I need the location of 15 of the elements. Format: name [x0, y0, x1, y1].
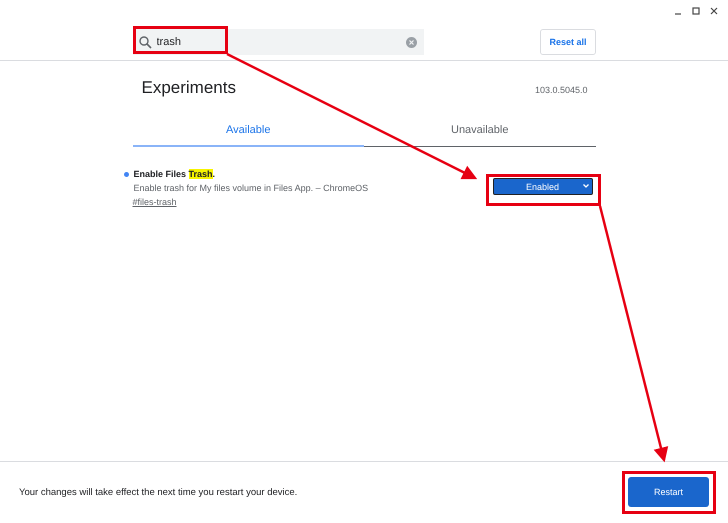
page-title: Experiments	[142, 78, 236, 98]
maximize-icon[interactable]	[692, 7, 700, 15]
restart-message: Your changes will take effect the next time you restart your device.	[19, 486, 298, 498]
version-label: 103.0.5045.0	[534, 84, 588, 95]
caret-icon	[582, 184, 588, 188]
close-icon[interactable]	[710, 7, 718, 15]
tab[interactable]: Available	[132, 116, 364, 147]
reset-all-button[interactable]: Reset all	[540, 29, 596, 55]
flag-select[interactable]: Enabled	[492, 178, 592, 195]
restart-button[interactable]: Restart	[628, 477, 709, 507]
tab[interactable]: Unavailable	[364, 116, 596, 147]
search-icon	[138, 36, 152, 48]
flag-description: Enable trash for My files volume in Files App. – ChromeOS	[132, 183, 368, 193]
search-field[interactable]: trash	[132, 29, 424, 55]
flag-link[interactable]: #files-trash	[132, 197, 177, 207]
